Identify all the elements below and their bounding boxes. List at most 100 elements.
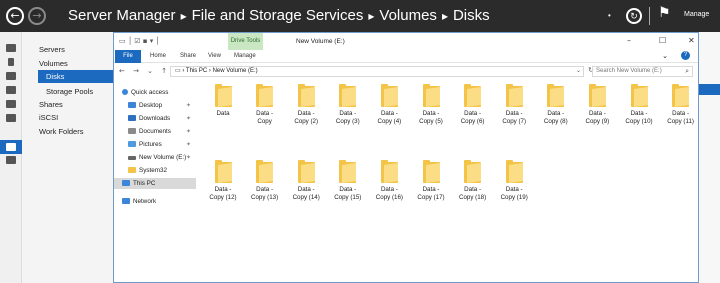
folder-item[interactable]: Data - Copy (6) [455,84,491,126]
separator-dot-icon: • [608,11,611,20]
folder-item[interactable]: Data - Copy (18) [455,160,491,202]
folder-item[interactable]: Data - Copy (12) [205,160,241,202]
tab-file[interactable]: File [115,50,141,63]
folder-icon [128,167,136,173]
notifications-flag-icon[interactable]: ⚑ [658,5,671,21]
title-bar: ▭ │ ☑ ▪ ▾ │ Drive Tools New Volume (E:) … [114,33,698,50]
nav-new-volume[interactable]: New Volume (E:) [128,153,186,163]
ribbon-expand-icon[interactable]: ⌄ [662,52,668,60]
pin-icon[interactable]: ✦ [186,115,191,122]
file-storage-nav: Servers Volumes Disks Storage Pools Shar… [22,32,134,283]
dashboard-icon[interactable] [6,44,16,52]
folder-item[interactable]: Data - Copy (16) [371,160,407,202]
folder-item[interactable]: Data - Copy (15) [330,160,366,202]
folder-item[interactable]: Data [205,84,241,118]
folder-item[interactable]: Data - Copy [247,84,283,126]
close-icon[interactable]: ✕ [688,36,695,45]
breadcrumb-volumes[interactable]: Volumes [379,7,437,24]
folder-icon [464,84,482,107]
nav-system32[interactable]: System32 [128,166,167,176]
breadcrumb-server-manager[interactable]: Server Manager [68,7,176,24]
minimize-icon[interactable]: – [627,36,631,45]
folder-item[interactable]: Data - Copy (5) [413,84,449,126]
search-input[interactable]: Search New Volume (E:) ⌕ [592,66,693,77]
folder-name: Copy (17) [417,194,445,201]
folder-icon [547,84,565,107]
breadcrumb-file-storage[interactable]: File and Storage Services [192,7,364,24]
nav-storage-pools[interactable]: Storage Pools [46,87,93,96]
iis-icon[interactable] [6,156,16,164]
quick-access-toolbar-icons[interactable]: ▭ │ ☑ ▪ ▾ │ [119,37,160,45]
pin-icon[interactable]: ✦ [186,141,191,148]
folder-name: Copy (4) [377,118,402,125]
folder-name: Copy (8) [543,118,568,125]
folder-item[interactable]: Data - Copy (2) [288,84,324,126]
nav-desktop[interactable]: Desktop [128,101,162,111]
hyper-v-icon[interactable] [6,114,16,122]
nav-servers[interactable]: Servers [39,45,65,54]
tab-view[interactable]: View [208,53,221,59]
nav-downloads[interactable]: Downloads [128,114,170,124]
forward-button[interactable]: → [28,7,46,25]
nav-iscsi[interactable]: iSCSI [39,113,58,122]
folder-item[interactable]: Data - Copy (14) [288,160,324,202]
tab-home[interactable]: Home [150,53,166,59]
pin-icon[interactable]: ✦ [186,102,191,109]
folder-icon [256,160,274,183]
pin-icon[interactable]: ✦ [186,128,191,135]
breadcrumb-disks[interactable]: Disks [453,7,490,24]
address-bar[interactable]: ▭ › This PC › New Volume (E:) [170,66,584,77]
folder-item[interactable]: Data - Copy (11) [663,84,699,126]
folder-name: Copy (19) [500,194,528,201]
nav-documents[interactable]: Documents [128,127,171,137]
all-servers-icon[interactable] [6,72,16,80]
breadcrumb-separator: ▸ [368,9,375,23]
folder-item[interactable]: Data - Copy (13) [247,160,283,202]
breadcrumb-separator: ▸ [180,9,187,23]
refresh-icon[interactable]: ↻ [626,8,642,24]
nav-shares[interactable]: Shares [39,100,63,109]
nav-pictures[interactable]: Pictures [128,140,162,150]
folder-name: Data - [214,186,232,193]
maximize-icon[interactable]: ☐ [659,36,666,45]
folder-icon [464,160,482,183]
ad-ds-icon[interactable] [6,86,16,94]
folder-item[interactable]: Data - Copy (19) [496,160,532,202]
folder-icon [214,160,232,183]
folder-item[interactable]: Data - Copy (8) [538,84,574,126]
nav-work-folders[interactable]: Work Folders [39,127,83,136]
folder-item[interactable]: Data - Copy (7) [496,84,532,126]
folder-icon [339,84,357,107]
folder-name: Data - [547,110,565,117]
folder-item[interactable]: Data - Copy (3) [330,84,366,126]
folder-item[interactable]: Data - Copy (4) [371,84,407,126]
nav-volumes[interactable]: Volumes [39,59,68,68]
nav-this-pc[interactable]: This PC [122,179,155,189]
search-placeholder: Search New Volume (E:) [596,68,662,74]
manage-menu[interactable]: Manage [684,11,709,18]
pin-icon[interactable]: ✦ [186,154,191,161]
address-dropdown-icon[interactable]: ⌄ [576,67,581,74]
nav-quick-access[interactable]: Quick access [122,88,168,98]
tab-share[interactable]: Share [180,53,196,59]
dns-icon[interactable] [6,100,16,108]
address-current[interactable]: New Volume (E:) [213,68,258,74]
help-icon[interactable]: ? [681,51,690,60]
tab-manage[interactable]: Manage [234,53,256,59]
local-server-icon[interactable] [8,58,14,66]
drive-tools-tab[interactable]: Drive Tools [228,33,263,50]
nav-label: Downloads [139,115,171,122]
address-this-pc[interactable]: This PC [186,68,207,74]
navigation-arrows-icon[interactable]: ← → ⌄ ↑ [119,67,170,75]
folder-name: Copy (5) [419,118,443,125]
folder-item[interactable]: Data - Copy (17) [413,160,449,202]
nav-network[interactable]: Network [122,197,156,207]
folder-item[interactable]: Data - Copy (9) [579,84,615,126]
folder-item[interactable]: Data - Copy (10) [621,84,657,126]
folder-name: Data - [380,186,398,193]
drive-icon [128,156,136,160]
navigation-pane: Quick access Desktop ✦ Downloads ✦ Docum… [114,80,196,283]
back-button[interactable]: ← [6,7,24,25]
file-storage-icon[interactable] [6,143,16,151]
folder-icon [214,84,232,107]
